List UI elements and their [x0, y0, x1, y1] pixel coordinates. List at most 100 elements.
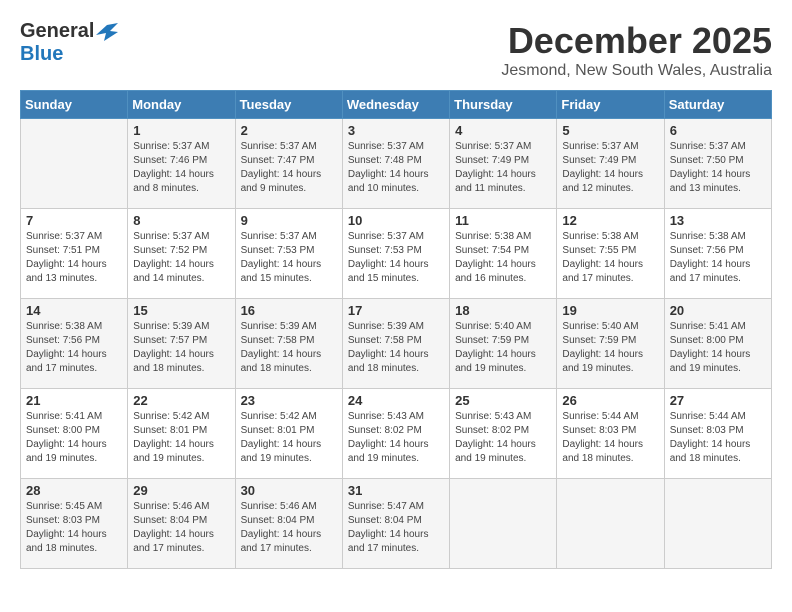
calendar-cell: 31 Sunrise: 5:47 AMSunset: 8:04 PMDayligh… [342, 479, 449, 569]
day-number: 30 [241, 483, 337, 498]
day-number: 20 [670, 303, 766, 318]
day-number: 6 [670, 123, 766, 138]
day-info: Sunrise: 5:43 AMSunset: 8:02 PMDaylight:… [455, 410, 551, 466]
day-info: Sunrise: 5:42 AMSunset: 8:01 PMDaylight:… [133, 410, 229, 466]
calendar-cell: 23 Sunrise: 5:42 AMSunset: 8:01 PMDayligh… [235, 389, 342, 479]
day-number: 5 [562, 123, 658, 138]
day-info: Sunrise: 5:37 AMSunset: 7:53 PMDaylight:… [348, 230, 444, 286]
calendar-cell: 12 Sunrise: 5:38 AMSunset: 7:55 PMDayligh… [557, 209, 664, 299]
day-info: Sunrise: 5:37 AMSunset: 7:49 PMDaylight:… [455, 140, 551, 196]
calendar-cell: 10 Sunrise: 5:37 AMSunset: 7:53 PMDayligh… [342, 209, 449, 299]
day-number: 23 [241, 393, 337, 408]
day-number: 14 [26, 303, 122, 318]
calendar-cell [450, 479, 557, 569]
day-info: Sunrise: 5:41 AMSunset: 8:00 PMDaylight:… [670, 320, 766, 376]
header: General Blue December 2025 Jesmond, New … [20, 20, 772, 80]
calendar-week-2: 7Sunrise: 5:37 AMSunset: 7:51 PMDaylight… [21, 209, 772, 299]
calendar-cell: 1 Sunrise: 5:37 AMSunset: 7:46 PMDaylight… [128, 119, 235, 209]
location-title: Jesmond, New South Wales, Australia [501, 62, 772, 80]
day-number: 31 [348, 483, 444, 498]
calendar-cell: 21 Sunrise: 5:41 AMSunset: 8:00 PMDayligh… [21, 389, 128, 479]
day-number: 27 [670, 393, 766, 408]
logo-general: General [20, 20, 94, 43]
calendar-cell: 25 Sunrise: 5:43 AMSunset: 8:02 PMDayligh… [450, 389, 557, 479]
day-info: Sunrise: 5:46 AMSunset: 8:04 PMDaylight:… [133, 500, 229, 556]
calendar-cell: 14Sunrise: 5:38 AMSunset: 7:56 PMDayligh… [21, 299, 128, 389]
day-info: Sunrise: 5:37 AMSunset: 7:53 PMDaylight:… [241, 230, 337, 286]
calendar-cell: 11Sunrise: 5:38 AMSunset: 7:54 PMDayligh… [450, 209, 557, 299]
calendar-cell: 2Sunrise: 5:37 AMSunset: 7:47 PMDaylight… [235, 119, 342, 209]
day-header-wednesday: Wednesday [342, 91, 449, 119]
day-number: 1 [133, 123, 229, 138]
day-number: 12 [562, 213, 658, 228]
day-number: 4 [455, 123, 551, 138]
day-header-saturday: Saturday [664, 91, 771, 119]
day-info: Sunrise: 5:37 AMSunset: 7:51 PMDaylight:… [26, 230, 122, 286]
day-number: 24 [348, 393, 444, 408]
calendar-cell: 20 Sunrise: 5:41 AMSunset: 8:00 PMDayligh… [664, 299, 771, 389]
calendar-body: 1 Sunrise: 5:37 AMSunset: 7:46 PMDaylight… [21, 119, 772, 569]
calendar-cell: 17 Sunrise: 5:39 AMSunset: 7:58 PMDayligh… [342, 299, 449, 389]
day-header-friday: Friday [557, 91, 664, 119]
calendar-week-4: 21 Sunrise: 5:41 AMSunset: 8:00 PMDayligh… [21, 389, 772, 479]
day-info: Sunrise: 5:37 AMSunset: 7:49 PMDaylight:… [562, 140, 658, 196]
calendar-cell: 15Sunrise: 5:39 AMSunset: 7:57 PMDayligh… [128, 299, 235, 389]
logo: General Blue [20, 20, 118, 66]
day-info: Sunrise: 5:39 AMSunset: 7:58 PMDaylight:… [348, 320, 444, 376]
calendar-cell: 8Sunrise: 5:37 AMSunset: 7:52 PMDaylight… [128, 209, 235, 299]
calendar-cell: 9 Sunrise: 5:37 AMSunset: 7:53 PMDaylight… [235, 209, 342, 299]
day-info: Sunrise: 5:37 AMSunset: 7:52 PMDaylight:… [133, 230, 229, 286]
calendar-cell: 3 Sunrise: 5:37 AMSunset: 7:48 PMDaylight… [342, 119, 449, 209]
month-title: December 2025 [501, 20, 772, 62]
calendar-week-3: 14Sunrise: 5:38 AMSunset: 7:56 PMDayligh… [21, 299, 772, 389]
day-number: 25 [455, 393, 551, 408]
day-number: 10 [348, 213, 444, 228]
calendar-cell: 5 Sunrise: 5:37 AMSunset: 7:49 PMDaylight… [557, 119, 664, 209]
day-info: Sunrise: 5:37 AMSunset: 7:46 PMDaylight:… [133, 140, 229, 196]
calendar-cell: 18Sunrise: 5:40 AMSunset: 7:59 PMDayligh… [450, 299, 557, 389]
day-number: 11 [455, 213, 551, 228]
day-info: Sunrise: 5:38 AMSunset: 7:55 PMDaylight:… [562, 230, 658, 286]
day-number: 16 [241, 303, 337, 318]
bird-icon [96, 23, 118, 41]
day-number: 13 [670, 213, 766, 228]
day-info: Sunrise: 5:38 AMSunset: 7:56 PMDaylight:… [670, 230, 766, 286]
calendar-cell: 22 Sunrise: 5:42 AMSunset: 8:01 PMDayligh… [128, 389, 235, 479]
calendar-table: SundayMondayTuesdayWednesdayThursdayFrid… [20, 90, 772, 569]
day-info: Sunrise: 5:46 AMSunset: 8:04 PMDaylight:… [241, 500, 337, 556]
calendar-week-5: 28Sunrise: 5:45 AMSunset: 8:03 PMDayligh… [21, 479, 772, 569]
day-number: 29 [133, 483, 229, 498]
calendar-cell: 28Sunrise: 5:45 AMSunset: 8:03 PMDayligh… [21, 479, 128, 569]
calendar-header-row: SundayMondayTuesdayWednesdayThursdayFrid… [21, 91, 772, 119]
logo-blue: Blue [20, 43, 63, 66]
day-number: 2 [241, 123, 337, 138]
day-number: 18 [455, 303, 551, 318]
day-header-tuesday: Tuesday [235, 91, 342, 119]
calendar-week-1: 1 Sunrise: 5:37 AMSunset: 7:46 PMDaylight… [21, 119, 772, 209]
day-info: Sunrise: 5:42 AMSunset: 8:01 PMDaylight:… [241, 410, 337, 466]
calendar-cell: 16Sunrise: 5:39 AMSunset: 7:58 PMDayligh… [235, 299, 342, 389]
day-info: Sunrise: 5:47 AMSunset: 8:04 PMDaylight:… [348, 500, 444, 556]
day-number: 15 [133, 303, 229, 318]
day-number: 22 [133, 393, 229, 408]
day-number: 21 [26, 393, 122, 408]
calendar-cell: 24Sunrise: 5:43 AMSunset: 8:02 PMDayligh… [342, 389, 449, 479]
day-info: Sunrise: 5:37 AMSunset: 7:50 PMDaylight:… [670, 140, 766, 196]
day-number: 28 [26, 483, 122, 498]
day-info: Sunrise: 5:40 AMSunset: 7:59 PMDaylight:… [562, 320, 658, 376]
day-info: Sunrise: 5:44 AMSunset: 8:03 PMDaylight:… [562, 410, 658, 466]
day-info: Sunrise: 5:41 AMSunset: 8:00 PMDaylight:… [26, 410, 122, 466]
calendar-cell: 29 Sunrise: 5:46 AMSunset: 8:04 PMDayligh… [128, 479, 235, 569]
calendar-cell: 6 Sunrise: 5:37 AMSunset: 7:50 PMDaylight… [664, 119, 771, 209]
day-number: 9 [241, 213, 337, 228]
day-number: 26 [562, 393, 658, 408]
day-number: 3 [348, 123, 444, 138]
calendar-cell: 4 Sunrise: 5:37 AMSunset: 7:49 PMDaylight… [450, 119, 557, 209]
calendar-cell: 30 Sunrise: 5:46 AMSunset: 8:04 PMDayligh… [235, 479, 342, 569]
day-info: Sunrise: 5:37 AMSunset: 7:48 PMDaylight:… [348, 140, 444, 196]
day-info: Sunrise: 5:44 AMSunset: 8:03 PMDaylight:… [670, 410, 766, 466]
calendar-cell: 19Sunrise: 5:40 AMSunset: 7:59 PMDayligh… [557, 299, 664, 389]
day-header-sunday: Sunday [21, 91, 128, 119]
day-number: 17 [348, 303, 444, 318]
title-area: December 2025 Jesmond, New South Wales, … [501, 20, 772, 80]
